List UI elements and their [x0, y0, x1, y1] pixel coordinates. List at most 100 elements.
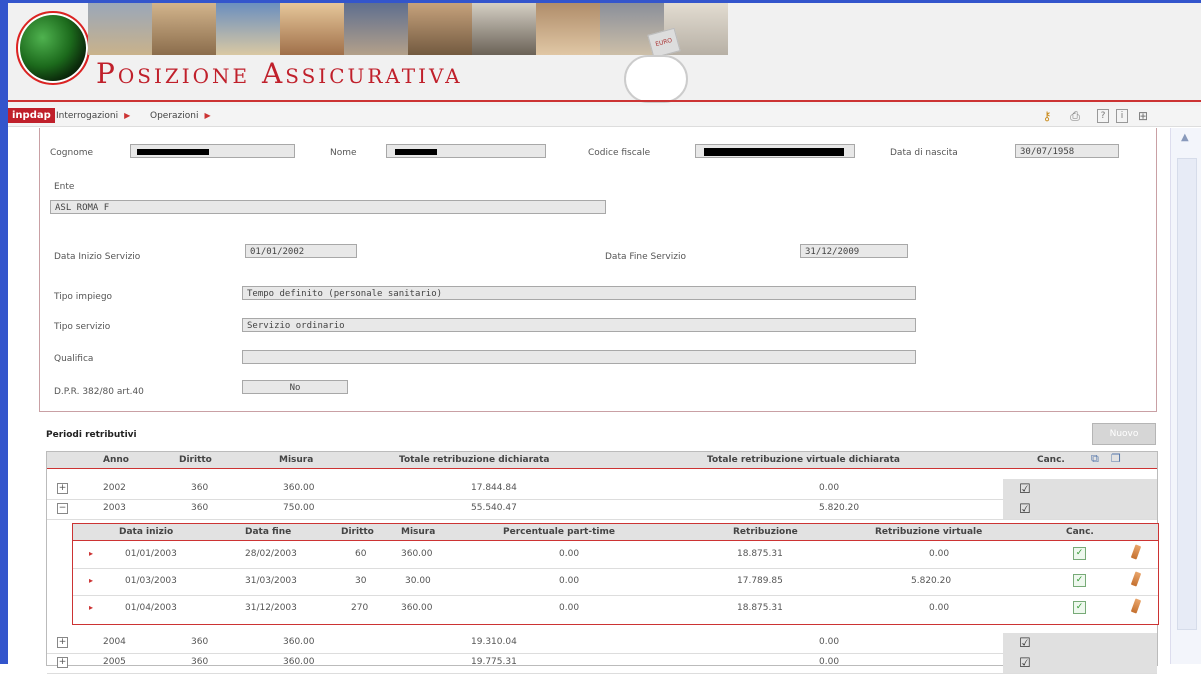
copy-icon[interactable]: ⧉ [1091, 452, 1099, 466]
canc-cell: ☑ [1003, 479, 1157, 499]
edit-pencil-icon[interactable] [1130, 598, 1142, 614]
cell-data-fine: 31/03/2003 [245, 576, 297, 586]
cell-totale: 19.310.04 [471, 637, 517, 647]
table-row[interactable]: + 2004 360 360.00 19.310.04 0.00 ☑ [47, 633, 1157, 654]
redacted-bar [395, 149, 437, 155]
ente-field[interactable]: ASL ROMA F [50, 200, 606, 214]
canc-checkbox[interactable]: ✓ [1073, 547, 1086, 560]
info-icon[interactable]: i [1116, 109, 1128, 123]
data-nascita-field[interactable]: 30/07/1958 [1015, 144, 1119, 158]
edit-pencil-icon[interactable] [1130, 571, 1142, 587]
menu-bar: inpdap Interrogazioni ▶ Operazioni ▶ ⚷ ⎙ ?… [8, 106, 1201, 127]
col-canc: Canc. [1037, 455, 1065, 465]
canc-checkbox[interactable]: ✓ [1073, 601, 1086, 614]
col-retribuzione-virtuale: Retribuzione virtuale [875, 527, 983, 537]
menu-arrow-icon: ▶ [124, 111, 131, 120]
cell-virtuale: 0.00 [819, 657, 840, 667]
cell-percentuale: 0.00 [559, 603, 580, 613]
cell-diritto: 360 [191, 483, 209, 493]
app-header: Posizione Assicurativa EURO [8, 3, 1201, 107]
detail-row[interactable]: ▸ 01/03/2003 31/03/2003 30 30.00 0.00 17… [73, 568, 1158, 596]
detail-row[interactable]: ▸ 01/04/2003 31/12/2003 270 360.00 0.00 … [73, 595, 1158, 622]
tipo-servizio-field[interactable]: Servizio ordinario [242, 318, 916, 332]
canc-checkbox[interactable]: ✓ [1073, 574, 1086, 587]
cell-virtuale: 5.820.20 [911, 576, 952, 586]
cell-virtuale: 0.00 [929, 603, 950, 613]
help-icon[interactable]: ? [1097, 109, 1109, 123]
row-pointer-icon: ▸ [89, 576, 94, 585]
cell-virtuale: 5.820.20 [819, 503, 860, 513]
col-totale-virtuale: Totale retribuzione virtuale dichiarata [707, 455, 901, 465]
dpr-label: D.P.R. 382/80 art.40 [54, 387, 144, 397]
col-retribuzione: Retribuzione [733, 527, 798, 537]
tipo-impiego-field[interactable]: Tempo definito (personale sanitario) [242, 286, 916, 300]
page-title: Posizione Assicurativa [96, 57, 463, 90]
canc-cell: ☑ [1003, 633, 1157, 653]
document-icon[interactable]: ❐ [1111, 452, 1121, 465]
inpdap-logo: inpdap [8, 108, 55, 123]
tipo-servizio-label: Tipo servizio [54, 322, 111, 332]
menu-interrogazioni-label: Interrogazioni [56, 111, 119, 121]
cell-percentuale: 0.00 [559, 576, 580, 586]
scrollbar-thumb[interactable] [1177, 158, 1197, 630]
collapse-icon[interactable]: − [57, 503, 68, 514]
codice-fiscale-label: Codice fiscale [588, 148, 651, 158]
table-row[interactable]: − 2003 360 750.00 55.540.47 5.820.20 ☑ [47, 499, 1157, 520]
menu-operazioni-label: Operazioni [150, 111, 199, 121]
data-fine-field[interactable]: 31/12/2009 [800, 244, 908, 258]
table-row[interactable]: + 2002 360 360.00 17.844.84 0.00 ☑ [47, 479, 1157, 500]
nuovo-button[interactable]: Nuovo [1092, 423, 1156, 445]
menu-interrogazioni[interactable]: Interrogazioni ▶ [56, 111, 130, 121]
cell-retribuzione: 18.875.31 [737, 549, 783, 559]
expand-icon[interactable]: + [57, 657, 68, 668]
redacted-bar [704, 148, 844, 156]
cell-totale: 19.775.31 [471, 657, 517, 667]
canc-checkbox[interactable]: ☑ [1019, 482, 1031, 497]
data-inizio-label: Data Inizio Servizio [54, 252, 141, 262]
detail-header-row: Data inizio Data fine Diritto Misura Per… [73, 524, 1158, 541]
edit-pencil-icon[interactable] [1130, 544, 1142, 560]
vertical-scrollbar[interactable]: ▲ [1170, 128, 1201, 664]
col-totale: Totale retribuzione dichiarata [399, 455, 550, 465]
cell-diritto: 360 [191, 503, 209, 513]
cell-misura: 360.00 [401, 549, 433, 559]
nome-field[interactable] [386, 144, 546, 158]
canc-cell: ☑ [1003, 499, 1157, 519]
col-diritto: Diritto [341, 527, 374, 537]
expand-icon[interactable]: + [57, 483, 68, 494]
dpr-field[interactable]: No [242, 380, 348, 394]
detail-row[interactable]: ▸ 01/01/2003 28/02/2003 60 360.00 0.00 1… [73, 541, 1158, 569]
cell-virtuale: 0.00 [819, 483, 840, 493]
network-icon[interactable]: ⊞ [1136, 109, 1150, 123]
print-icon[interactable]: ⎙ [1068, 109, 1082, 123]
canc-checkbox[interactable]: ☑ [1019, 636, 1031, 651]
cell-data-inizio: 01/03/2003 [125, 576, 177, 586]
canc-checkbox[interactable]: ☑ [1019, 502, 1031, 517]
tipo-impiego-label: Tipo impiego [54, 292, 113, 302]
cell-anno: 2005 [103, 657, 126, 667]
col-data-inizio: Data inizio [119, 527, 174, 537]
inpdap-globe-logo [18, 13, 88, 83]
cognome-field[interactable] [130, 144, 295, 158]
cell-virtuale: 0.00 [929, 549, 950, 559]
scroll-up-icon[interactable]: ▲ [1181, 132, 1189, 143]
cell-diritto: 360 [191, 657, 209, 667]
cell-data-inizio: 01/01/2003 [125, 549, 177, 559]
cell-totale: 17.844.84 [471, 483, 517, 493]
menu-operazioni[interactable]: Operazioni ▶ [150, 111, 211, 121]
codice-fiscale-field[interactable] [695, 144, 855, 158]
row-pointer-icon: ▸ [89, 603, 94, 612]
qualifica-field[interactable] [242, 350, 916, 364]
data-fine-label: Data Fine Servizio [605, 252, 686, 262]
row-pointer-icon: ▸ [89, 549, 94, 558]
col-percentuale: Percentuale part-time [503, 527, 615, 537]
piggy-bank-image [624, 55, 688, 103]
data-inizio-field[interactable]: 01/01/2002 [245, 244, 357, 258]
periodi-retributivi-title: Periodi retributivi [46, 430, 137, 440]
col-misura: Misura [279, 455, 314, 465]
cell-data-fine: 31/12/2003 [245, 603, 297, 613]
expand-icon[interactable]: + [57, 637, 68, 648]
cell-anno: 2003 [103, 503, 126, 513]
key-icon[interactable]: ⚷ [1040, 109, 1054, 123]
cell-misura: 360.00 [283, 637, 315, 647]
